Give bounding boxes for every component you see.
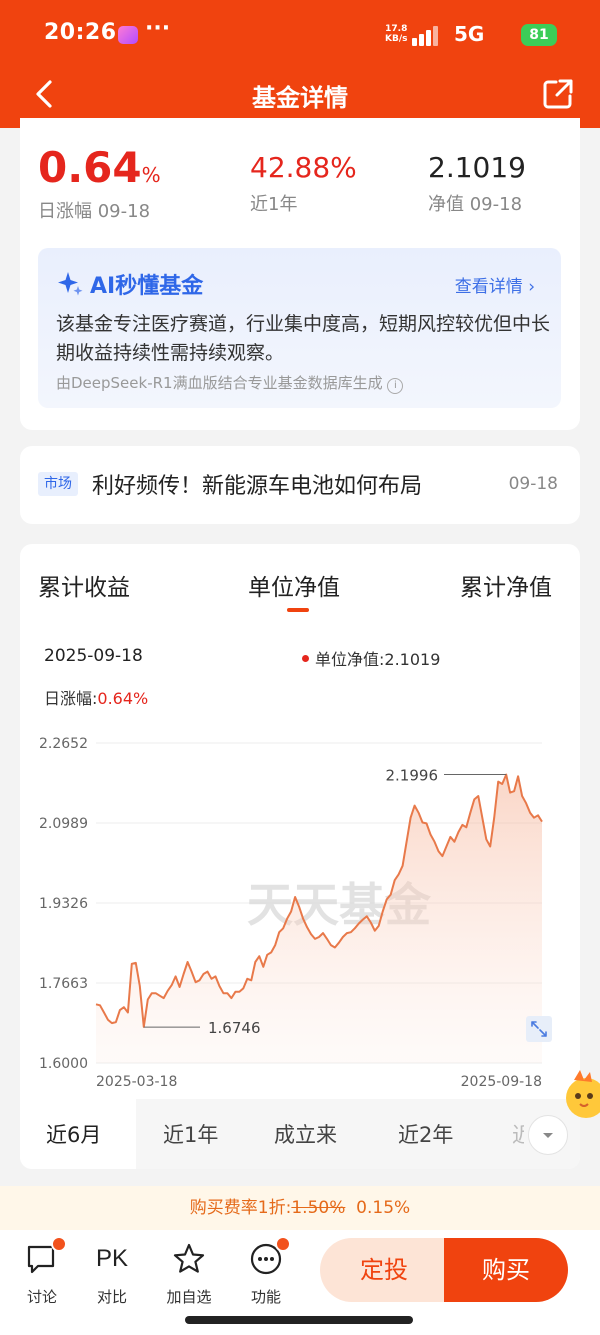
- ai-title: AI秒懂基金: [90, 274, 204, 299]
- daily-change-value: 0.64%: [38, 143, 161, 192]
- x-tick-label: 2025-03-18: [96, 1074, 177, 1090]
- ai-summary-panel[interactable]: AI秒懂基金 查看详情 › 该基金专注医疗赛道，行业集中度高，短期风控较优但中长…: [38, 248, 561, 408]
- ai-detail-link[interactable]: 查看详情 ›: [455, 272, 535, 297]
- ai-summary-text: 该基金专注医疗赛道，行业集中度高，短期风控较优但中长期收益持续性需持续观察。: [56, 313, 551, 364]
- info-icon[interactable]: i: [387, 378, 404, 394]
- nav-stat: 2.1019 净值 09-18: [428, 150, 526, 216]
- auto-invest-button[interactable]: 定投: [320, 1238, 448, 1302]
- y-tick-label: 2.2652: [39, 736, 88, 752]
- chart-card: 累计收益 单位净值 累计净值 2025-09-18 单位净值:2.1019 日涨…: [20, 544, 580, 1169]
- daily-change-stat: 0.64% 日涨幅 09-18: [38, 143, 161, 223]
- ai-sparkle-icon: [58, 272, 83, 296]
- fee-old: 1.50%: [291, 1198, 346, 1218]
- fullscreen-icon[interactable]: [526, 1016, 552, 1042]
- nav-label: 净值 09-18: [428, 194, 523, 215]
- fee-banner: 购买费率1折:1.50% 0.15%: [0, 1186, 600, 1230]
- notification-dot: [51, 1236, 67, 1252]
- range-expand-button[interactable]: [528, 1115, 568, 1155]
- y-tick-label: 1.6000: [39, 1056, 88, 1072]
- max-annotation: 2.1996: [386, 767, 439, 785]
- star-icon: [173, 1243, 205, 1273]
- year-return-stat: 42.88% 近1年: [250, 150, 357, 216]
- discuss-button[interactable]: 讨论: [12, 1236, 72, 1307]
- min-annotation: 1.6746: [208, 1019, 261, 1037]
- range-1y[interactable]: 近1年: [163, 1119, 218, 1149]
- y-tick-label: 2.0989: [39, 816, 88, 832]
- range-more[interactable]: 近: [512, 1119, 524, 1149]
- page-title: 基金详情: [252, 84, 348, 112]
- compare-button[interactable]: PK 对比: [82, 1242, 142, 1307]
- news-date: 09-18: [508, 474, 558, 494]
- y-tick-label: 1.9326: [39, 896, 88, 912]
- battery-icon: 81: [521, 24, 557, 46]
- ai-source-text: 由DeepSeek-R1满血版结合专业基金数据库生成 i: [56, 372, 404, 394]
- network-speed: 17.8 KB/s: [385, 24, 408, 44]
- summary-card: 0.64% 日涨幅 09-18 42.88% 近1年 2.1019 净值 09-…: [20, 118, 580, 430]
- news-card[interactable]: 市场 利好频传！新能源车电池如何布局 09-18: [20, 446, 580, 524]
- fee-new: 0.15%: [356, 1198, 411, 1218]
- news-headline[interactable]: 利好频传！新能源车电池如何布局: [92, 468, 422, 500]
- share-icon[interactable]: [540, 76, 576, 112]
- home-indicator: [185, 1316, 413, 1324]
- range-2y[interactable]: 近2年: [398, 1119, 453, 1149]
- status-time: 20:26: [44, 20, 117, 45]
- range-since-inception[interactable]: 成立来: [274, 1119, 337, 1149]
- status-bar: 20:26 ··· 17.8 KB/s 5G 81: [0, 0, 600, 70]
- add-watchlist-button[interactable]: 加自选: [159, 1242, 219, 1307]
- status-more-icon: ···: [145, 16, 171, 41]
- chevron-down-icon: [543, 1133, 553, 1138]
- nav-value: 2.1019: [428, 151, 526, 184]
- daily-change-label: 日涨幅 09-18: [38, 201, 151, 222]
- y-tick-label: 1.7663: [39, 976, 88, 992]
- news-tag: 市场: [38, 472, 78, 496]
- mascot-icon[interactable]: [560, 1066, 600, 1120]
- nav-chart: 天天基金 2.19961.6746 2.26522.09891.93261.76…: [39, 736, 552, 1090]
- pk-icon: PK: [95, 1245, 128, 1272]
- network-type: 5G: [454, 22, 485, 46]
- year-return-value: 42.88%: [250, 151, 357, 184]
- buy-button[interactable]: 购买: [444, 1238, 568, 1302]
- year-return-label: 近1年: [250, 194, 298, 215]
- range-6m[interactable]: 近6月: [46, 1119, 101, 1149]
- signal-icon: [412, 24, 444, 46]
- functions-button[interactable]: 功能: [236, 1236, 296, 1307]
- x-tick-label: 2025-09-18: [461, 1074, 542, 1090]
- nav-bar: 基金详情: [0, 70, 600, 120]
- app-notification-icon: [118, 26, 138, 44]
- range-tabs: 近6月 近1年 成立来 近2年 近: [20, 1099, 580, 1169]
- notification-dot: [275, 1236, 291, 1252]
- bottom-bar: 讨论 PK 对比 加自选 功能 定投 购买: [0, 1230, 600, 1335]
